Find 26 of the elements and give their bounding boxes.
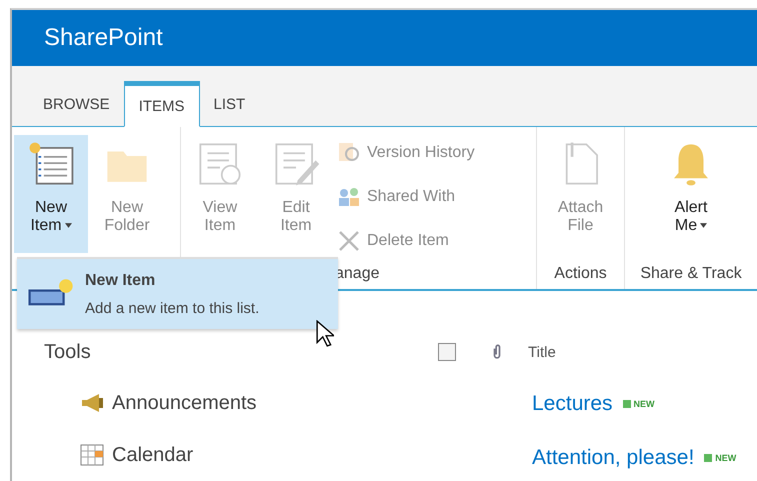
cursor-icon — [316, 320, 334, 347]
calendar-icon — [80, 443, 104, 467]
ribbon-tab[interactable]: BROWSE — [29, 81, 124, 127]
nav-link[interactable]: Calendar — [80, 429, 194, 481]
nav-heading: Tools — [44, 340, 91, 364]
ribbon-button[interactable]: New Item — [14, 135, 88, 253]
item-link[interactable]: Attention, please! — [532, 446, 694, 470]
shared-with-icon — [337, 185, 361, 209]
delete-icon — [337, 229, 361, 253]
nav-link[interactable]: Announcements — [80, 377, 257, 429]
item-link[interactable]: Lectures — [532, 392, 613, 416]
app-title[interactable]: SharePoint — [44, 24, 163, 52]
group-label: Share & Track — [640, 265, 742, 283]
column-header[interactable]: Title — [528, 344, 556, 360]
new-badge: NEW — [622, 399, 655, 409]
new-badge: NEW — [704, 453, 736, 463]
megaphone-icon — [80, 391, 104, 415]
menu-item[interactable]: New Item Add a new item to this list. — [17, 259, 338, 329]
select-all-checkbox[interactable] — [438, 343, 456, 361]
ribbon-tab[interactable]: LIST — [200, 81, 260, 127]
ribbon-button[interactable]: Alert Me — [654, 135, 728, 253]
menu-item-description: Add a new item to this list. — [85, 300, 260, 316]
ribbon-tab[interactable]: ITEMS — [124, 81, 200, 127]
group-label: Actions — [554, 265, 607, 283]
menu-item-title: New Item — [85, 272, 156, 290]
paperclip-icon — [492, 343, 502, 361]
